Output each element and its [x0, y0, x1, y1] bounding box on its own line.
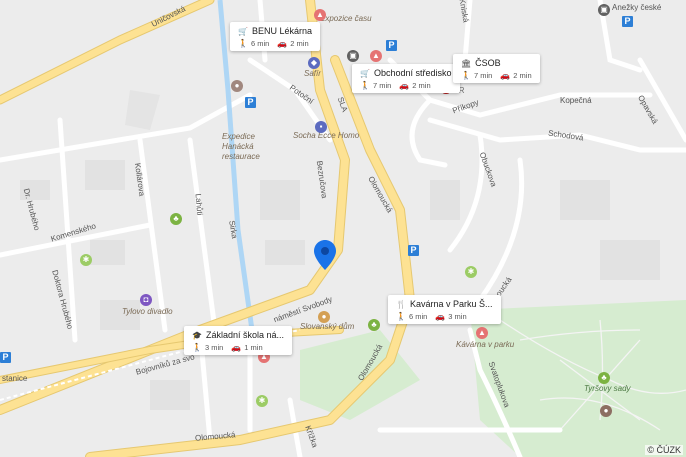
parking-icon[interactable]: P: [622, 16, 633, 27]
school-icon: 🎓: [192, 330, 202, 340]
shoe-icon[interactable]: ▲: [314, 9, 326, 21]
map-canvas[interactable]: Uničovská Kniská Anežky české Potoční Be…: [0, 0, 686, 457]
street-label-kopecna: Kopečná: [560, 96, 592, 105]
car-icon: 🚗: [500, 71, 511, 80]
place-card-title: Základní škola ná...: [205, 330, 285, 340]
place-card-title: BENU Lékárna: [251, 26, 312, 36]
cart-icon: 🛒: [238, 26, 248, 36]
walk-time: 7 min: [473, 71, 493, 80]
drive-time: 3 min: [448, 312, 467, 321]
place-card-kavarna-v-parku[interactable]: 🍴 Kavárna v Parku Š... 🚶 6 min 🚗 3 min: [388, 295, 501, 324]
location-pin-icon[interactable]: [314, 240, 336, 270]
playground-icon[interactable]: ✱: [465, 266, 477, 278]
drive-time: 2 min: [290, 39, 309, 48]
shop-icon[interactable]: ▣: [347, 50, 359, 62]
drive-time: 1 min: [244, 343, 263, 352]
place-card-benu-lekarna[interactable]: 🛒 BENU Lékárna 🚶 6 min 🚗 2 min: [230, 22, 320, 51]
place-label-expedice: Expedice Hanácká restaurace: [222, 132, 260, 161]
tree-icon[interactable]: ♣: [368, 319, 380, 331]
place-label-slovansky: Slovanský dům: [300, 322, 355, 331]
car-icon: 🚗: [435, 312, 446, 321]
car-icon: 🚗: [277, 39, 288, 48]
place-card-zakladni-skola[interactable]: 🎓 Základní škola ná... 🚶 3 min 🚗 1 min: [184, 326, 293, 355]
street-label-anezky-ceske: Anežky české: [612, 3, 662, 12]
walk-time: 6 min: [408, 312, 428, 321]
drink-icon[interactable]: ●: [318, 311, 330, 323]
theatre-icon[interactable]: ◘: [140, 294, 152, 306]
parking-icon[interactable]: P: [245, 97, 256, 108]
cafe-icon[interactable]: ●: [600, 405, 612, 417]
place-label-tyrsovy-sady: Tyršovy sady: [584, 384, 631, 393]
playground-icon[interactable]: ✱: [80, 254, 92, 266]
place-label-expozice-casu: Expozice času: [320, 14, 372, 23]
walk-icon: 🚶: [396, 312, 406, 321]
drive-time: 2 min: [513, 71, 532, 80]
place-label-socha: Socha Ecce Homo: [293, 131, 360, 140]
street-label-lahuti: Lahůti: [193, 193, 205, 216]
walk-time: 3 min: [204, 343, 224, 352]
parking-icon[interactable]: P: [0, 352, 11, 363]
shoe-icon[interactable]: ▲: [370, 50, 382, 62]
park-area-tyrsovy-sady: [470, 300, 686, 457]
place-card-csob[interactable]: 🏛 ČSOB 🚶 7 min 🚗 2 min: [453, 54, 540, 83]
place-card-title: Obchodní středisko: [373, 68, 452, 78]
cart-icon: 🛒: [360, 68, 370, 78]
place-label-safir: Safír: [304, 69, 321, 78]
walk-icon: 🚶: [192, 343, 202, 352]
walk-time: 7 min: [372, 81, 392, 90]
walk-icon: 🚶: [461, 71, 471, 80]
place-label-tylovo: Tylovo divadlo: [122, 307, 173, 316]
car-icon: 🚗: [399, 81, 410, 90]
tree-icon[interactable]: ♣: [170, 213, 182, 225]
parking-icon[interactable]: P: [408, 245, 419, 256]
playground-icon[interactable]: ✱: [256, 395, 268, 407]
drive-time: 2 min: [412, 81, 431, 90]
walk-time: 6 min: [250, 39, 270, 48]
street-label-stanice: stanice: [2, 374, 28, 383]
walk-icon: 🚶: [238, 39, 248, 48]
place-label-kavarna-v-parku: Kávárna v parku: [456, 340, 515, 349]
shop-icon[interactable]: ▣: [598, 4, 610, 16]
parking-icon[interactable]: P: [386, 40, 397, 51]
shoe-icon[interactable]: ▲: [476, 327, 488, 339]
fork-knife-icon: 🍴: [396, 299, 406, 309]
walk-icon: 🚶: [360, 81, 370, 90]
place-card-obchodni-stredisko[interactable]: 🛒 Obchodní středisko 🚶 7 min 🚗 2 min: [352, 64, 460, 93]
place-card-title: Kavárna v Parku Š...: [409, 299, 493, 309]
cafe-icon[interactable]: ●: [231, 80, 243, 92]
bank-icon: 🏛: [461, 58, 472, 68]
car-icon: 🚗: [231, 343, 242, 352]
map-attribution: © ČÚZK: [645, 445, 683, 455]
shopping-bag-icon[interactable]: ◆: [308, 57, 320, 69]
place-card-title: ČSOB: [475, 58, 501, 68]
monument-icon[interactable]: ▪: [315, 121, 327, 133]
tree-icon[interactable]: ♣: [598, 372, 610, 384]
